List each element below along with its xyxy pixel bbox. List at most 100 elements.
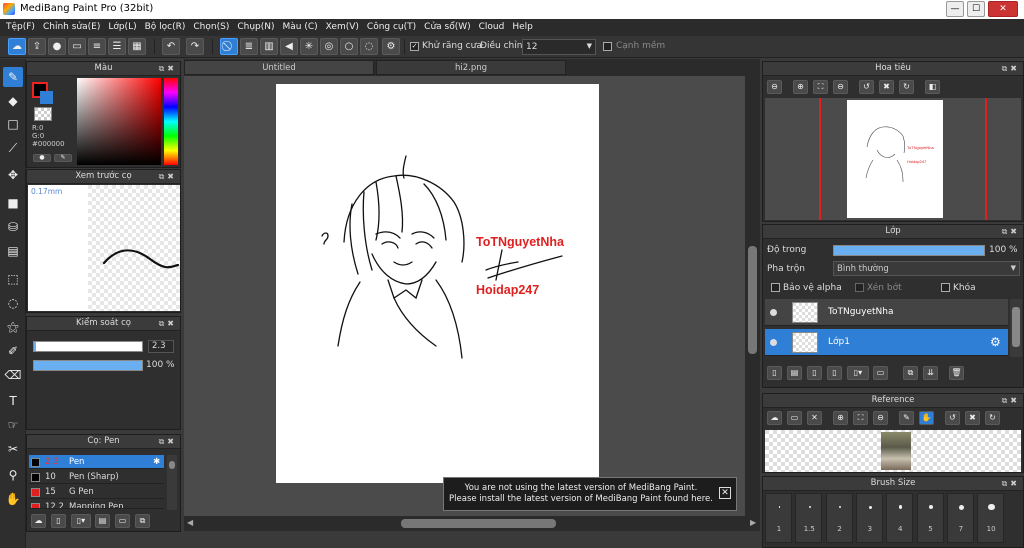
list-icon[interactable]: ☰ bbox=[108, 38, 126, 55]
transparent-color-swatch[interactable] bbox=[34, 107, 52, 121]
tab-untitled[interactable]: Untitled bbox=[184, 60, 374, 75]
circle-snap-icon[interactable]: ○ bbox=[340, 38, 358, 55]
brush-list-scrollbar[interactable] bbox=[167, 455, 177, 510]
antialias-checkbox[interactable]: ✓ bbox=[410, 42, 419, 51]
shape-tool-icon[interactable]: □ bbox=[3, 114, 23, 134]
menu-layer[interactable]: Lớp(L) bbox=[106, 19, 142, 36]
brush-item-g-pen[interactable]: 15 G Pen bbox=[29, 485, 164, 499]
canvas-horizontal-scrollbar[interactable]: ◀ ▶ bbox=[184, 516, 760, 531]
chat-icon[interactable]: ▭ bbox=[68, 38, 86, 55]
menu-snap[interactable]: Chụp(N) bbox=[235, 19, 280, 36]
zoom-in-icon[interactable]: ⊕ bbox=[833, 411, 848, 425]
scroll-left-icon[interactable]: ◀ bbox=[187, 518, 193, 527]
maximize-button[interactable]: ☐ bbox=[967, 1, 985, 17]
gradient-tool-icon[interactable]: ▤ bbox=[3, 241, 23, 261]
minimize-button[interactable]: — bbox=[946, 1, 964, 17]
new-brush-icon[interactable]: ▯ bbox=[51, 514, 66, 528]
brush-item-pen[interactable]: 2.3 Pen ✱ bbox=[29, 455, 164, 469]
scroll-thumb[interactable] bbox=[748, 246, 757, 354]
bucket-tool-icon[interactable]: ⛁ bbox=[3, 217, 23, 237]
fill-rect-tool-icon[interactable]: ■ bbox=[3, 193, 23, 213]
share-icon[interactable]: ⇪ bbox=[28, 38, 46, 55]
redo-icon[interactable]: ↷ bbox=[186, 38, 204, 55]
select-rect-tool-icon[interactable]: ⬚ bbox=[3, 269, 23, 289]
rotate-left-icon[interactable]: ↺ bbox=[945, 411, 960, 425]
fit-icon[interactable]: ⛶ bbox=[853, 411, 868, 425]
edit-brush-icon[interactable]: ▤ bbox=[95, 514, 110, 528]
layer-opacity-slider[interactable] bbox=[833, 245, 985, 256]
zoom-actual-icon[interactable]: ⊖ bbox=[833, 80, 848, 94]
panel-controls[interactable]: ⧉✖ bbox=[159, 62, 177, 75]
update-notice[interactable]: You are not using the latest version of … bbox=[443, 477, 737, 511]
brush-size-slider[interactable] bbox=[33, 341, 143, 352]
scroll-thumb[interactable] bbox=[169, 461, 175, 469]
eyedropper-tool-icon[interactable]: ⚲ bbox=[3, 465, 23, 485]
hand-icon[interactable]: ✋ bbox=[919, 411, 934, 425]
menu-help[interactable]: Help bbox=[510, 19, 539, 36]
background-color-swatch[interactable] bbox=[40, 91, 53, 104]
brush-size-option[interactable]: 5 bbox=[916, 493, 944, 543]
menu-tools[interactable]: Công cụ(T) bbox=[365, 19, 422, 36]
brush-size-option[interactable]: 2 bbox=[825, 493, 853, 543]
close-icon[interactable]: ✕ bbox=[719, 487, 731, 499]
layer-settings-gear-icon[interactable]: ⚙ bbox=[990, 335, 1001, 349]
layer-row[interactable]: ToTNguyetNha bbox=[765, 299, 1008, 326]
drawing-canvas[interactable]: ToTNguyetNha Hoidap247 bbox=[276, 84, 599, 483]
panel-controls[interactable]: ⧉✖ bbox=[159, 435, 177, 448]
brush-size-option[interactable]: 10 bbox=[977, 493, 1005, 543]
hand-tool-icon[interactable]: ✋ bbox=[3, 489, 23, 509]
clipping-checkbox[interactable] bbox=[855, 283, 864, 292]
panel-controls[interactable]: ⧉✖ bbox=[1002, 477, 1020, 490]
merge-layer-icon[interactable]: ⇊ bbox=[923, 366, 938, 380]
eyedropper-icon[interactable]: ✎ bbox=[899, 411, 914, 425]
brush-size-option[interactable]: 7 bbox=[946, 493, 974, 543]
reference-canvas[interactable] bbox=[765, 430, 1021, 472]
operation-tool-icon[interactable]: ☞ bbox=[3, 415, 23, 435]
brush-item-pen-sharp[interactable]: 10 Pen (Sharp) bbox=[29, 470, 164, 484]
upload-icon[interactable]: ☁ bbox=[767, 411, 782, 425]
rotate-right-icon[interactable]: ↻ bbox=[985, 411, 1000, 425]
zoom-out-icon[interactable]: ⊖ bbox=[767, 80, 782, 94]
grid-layout-icon[interactable]: ▦ bbox=[128, 38, 146, 55]
panel-controls[interactable]: ⧉✖ bbox=[1002, 62, 1020, 75]
add-layer-dropdown-icon[interactable]: ▯▾ bbox=[847, 366, 869, 380]
saturation-value-picker[interactable] bbox=[77, 78, 161, 165]
new-layer-icon[interactable]: ▯ bbox=[767, 366, 782, 380]
panel-controls[interactable]: ⧉✖ bbox=[1002, 225, 1020, 238]
open-folder-icon[interactable]: ▭ bbox=[787, 411, 802, 425]
duplicate-layer-icon[interactable]: ⧉ bbox=[903, 366, 918, 380]
menu-select[interactable]: Chọn(S) bbox=[191, 19, 235, 36]
menu-filter[interactable]: Bộ lọc(R) bbox=[143, 19, 192, 36]
eyedropper-icon[interactable]: ✎ bbox=[54, 154, 72, 162]
undo-icon[interactable]: ↶ bbox=[162, 38, 180, 55]
concentric-snap-icon[interactable]: ◎ bbox=[320, 38, 338, 55]
scroll-thumb[interactable] bbox=[1012, 307, 1020, 347]
layer-row-selected[interactable]: Lớp1 ⚙ bbox=[765, 329, 1008, 356]
brush-size-option[interactable]: 1.5 bbox=[795, 493, 823, 543]
scroll-right-icon[interactable]: ▶ bbox=[750, 518, 756, 527]
add-brush-cloud-icon[interactable]: ☁ bbox=[31, 514, 46, 528]
delete-layer-icon[interactable]: 🗑 bbox=[949, 366, 964, 380]
brush-settings-gear-icon[interactable]: ✱ bbox=[153, 455, 160, 469]
select-pen-tool-icon[interactable]: ✐ bbox=[3, 341, 23, 361]
panel-controls[interactable]: ⧉✖ bbox=[1002, 394, 1020, 407]
rotate-left-icon[interactable]: ↺ bbox=[859, 80, 874, 94]
brush-size-option[interactable]: 3 bbox=[855, 493, 883, 543]
comment-icon[interactable]: ● bbox=[48, 38, 66, 55]
radial-snap-icon[interactable]: ✳ bbox=[300, 38, 318, 55]
adjust-select[interactable]: 12 ▼ bbox=[522, 39, 596, 55]
layer-list-scrollbar[interactable] bbox=[1010, 299, 1022, 357]
new-8bit-layer-icon[interactable]: ▯ bbox=[827, 366, 842, 380]
close-button[interactable]: ✕ bbox=[988, 1, 1018, 17]
menu-cloud[interactable]: Cloud bbox=[477, 19, 511, 36]
brush-opacity-slider[interactable] bbox=[33, 360, 143, 371]
stroke-tool-icon[interactable]: ⟋ bbox=[3, 138, 23, 158]
perspective-snap-icon[interactable]: ◀ bbox=[280, 38, 298, 55]
menu-color[interactable]: Màu (C) bbox=[281, 19, 324, 36]
soft-edge-checkbox[interactable] bbox=[603, 42, 612, 51]
navigator-preview[interactable]: ToTNguyetNha Hoidap247 bbox=[765, 98, 1021, 220]
folder-icon[interactable]: ▭ bbox=[115, 514, 130, 528]
menu-window[interactable]: Cửa sổ(W) bbox=[422, 19, 476, 36]
tab-hi2[interactable]: hi2.png bbox=[376, 60, 566, 75]
fit-icon[interactable]: ⛶ bbox=[813, 80, 828, 94]
